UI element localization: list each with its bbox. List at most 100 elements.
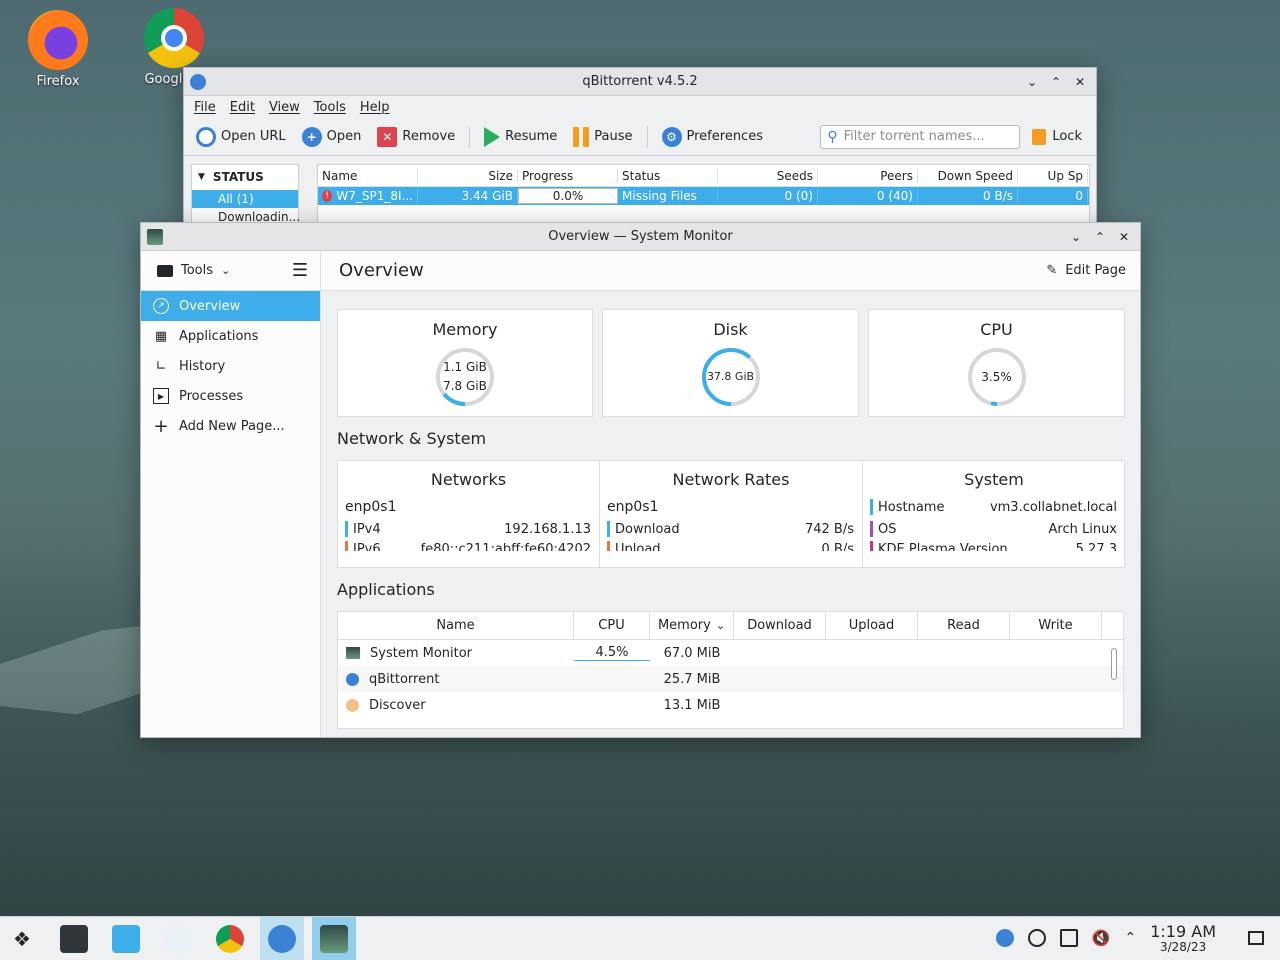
cpu-card: CPU 3.5% xyxy=(868,309,1125,417)
pause-button[interactable]: Pause xyxy=(567,123,638,151)
menu-view[interactable]: View xyxy=(269,100,300,115)
applications-table: Name CPU Memory ⌄ Download Upload Read W… xyxy=(337,611,1124,729)
toolbar-separator xyxy=(469,125,471,148)
desktop-icon-firefox[interactable]: Firefox xyxy=(10,10,106,89)
app-memory: 67.0 MiB xyxy=(663,645,721,661)
col-name[interactable]: Name xyxy=(338,612,574,639)
taskbar-qbittorrent[interactable] xyxy=(260,916,304,960)
hamburger-menu-icon[interactable]: ☰ xyxy=(292,260,308,281)
pause-label: Pause xyxy=(594,129,633,144)
qbittorrent-window[interactable]: qBittorrent v4.5.2 ⌄ ⌃ ✕ File Edit View … xyxy=(183,67,1097,227)
remove-button[interactable]: ✕ Remove xyxy=(371,123,461,151)
download-rate-row: Download 742 B/s xyxy=(607,521,854,537)
menu-help[interactable]: Help xyxy=(360,100,390,115)
chevron-up-icon[interactable]: ⌃ xyxy=(1125,930,1137,946)
network-rates-iface: enp0s1 xyxy=(607,499,659,515)
menu-file[interactable]: File xyxy=(194,100,216,115)
col-size[interactable]: Size xyxy=(418,168,518,183)
col-memory[interactable]: Memory ⌄ xyxy=(650,612,734,639)
torrent-progress: 0.0% xyxy=(518,188,618,204)
open-url-button[interactable]: Open URL xyxy=(190,123,292,151)
table-scrollbar[interactable] xyxy=(1111,648,1117,680)
cpu-ring: 3.5% xyxy=(967,347,1027,407)
app-name-cell: Discover xyxy=(338,698,574,713)
clipboard-icon[interactable] xyxy=(1059,929,1078,948)
col-name[interactable]: Name xyxy=(318,168,418,183)
menu-edit[interactable]: Edit xyxy=(230,100,255,115)
ipv6-row: IPv6 fe80::c211:abff:fe60:4202 xyxy=(345,541,591,551)
taskbar-files[interactable] xyxy=(104,917,148,960)
system-monitor-window[interactable]: Overview — System Monitor ⌄ ⌃ ✕ Tools ⌄ … xyxy=(140,222,1141,738)
open-button[interactable]: + Open xyxy=(296,123,368,151)
col-progress[interactable]: Progress xyxy=(518,168,618,183)
system-monitor-app-icon xyxy=(147,228,163,245)
open-url-label: Open URL xyxy=(221,129,286,144)
sidebar-item-label: Add New Page... xyxy=(179,418,285,434)
hostname-value: vm3.collabnet.local xyxy=(989,499,1117,515)
table-row[interactable]: System Monitor 4.5% 67.0 MiB xyxy=(338,640,1123,666)
close-icon[interactable]: ✕ xyxy=(1072,74,1088,90)
show-desktop-icon[interactable] xyxy=(1248,931,1264,946)
hostname-row: Hostname vm3.collabnet.local xyxy=(870,499,1117,515)
hostname-label: Hostname xyxy=(878,499,945,515)
torrent-status: Missing Files xyxy=(618,189,718,203)
sidebar-item-history[interactable]: ∟ History xyxy=(141,351,320,381)
volume-muted-icon[interactable]: 🔇 xyxy=(1092,929,1111,947)
col-write[interactable]: Write xyxy=(1010,612,1102,639)
main-content: Overview ✎ Edit Page Memory 1.1 GiB 7.8 xyxy=(321,251,1140,737)
table-row[interactable]: qBittorrent 25.7 MiB xyxy=(338,666,1123,692)
col-upload[interactable]: Upload xyxy=(826,612,918,639)
digital-clock[interactable]: 1:19 AM 3/28/23 xyxy=(1150,923,1216,953)
os-value: Arch Linux xyxy=(1048,521,1118,537)
col-seeds[interactable]: Seeds xyxy=(718,168,818,183)
application-launcher-button[interactable]: ❖ xyxy=(0,917,44,960)
col-status[interactable]: Status xyxy=(618,168,718,183)
disk-title: Disk xyxy=(713,320,748,339)
col-cpu[interactable]: CPU xyxy=(574,612,650,639)
ipv6-value: fe80::c211:abff:fe60:4202 xyxy=(420,541,591,552)
filter-input[interactable]: ⚲ Filter torrent names... xyxy=(820,124,1021,149)
sidebar-item-add-page[interactable]: + Add New Page... xyxy=(141,411,320,441)
filter-item-all[interactable]: All (1) xyxy=(192,190,298,208)
sidebar-item-processes[interactable]: ▶ Processes xyxy=(141,381,320,411)
tools-menu-button[interactable]: Tools ⌄ xyxy=(157,263,230,278)
taskbar-chrome[interactable] xyxy=(208,917,252,960)
minimize-icon[interactable]: ⌄ xyxy=(1068,229,1084,245)
col-download[interactable]: Download xyxy=(734,612,826,639)
plus-icon: + xyxy=(301,126,322,147)
status-header[interactable]: ▼ STATUS xyxy=(192,165,298,184)
torrent-down-speed: 0 B/s xyxy=(918,189,1018,203)
update-icon[interactable] xyxy=(1027,929,1046,948)
status-header-label: STATUS xyxy=(212,170,264,184)
system-monitor-titlebar[interactable]: Overview — System Monitor ⌄ ⌃ ✕ xyxy=(141,223,1140,251)
col-peers[interactable]: Peers xyxy=(818,168,918,183)
edit-page-button[interactable]: ✎ Edit Page xyxy=(1046,263,1126,278)
table-row[interactable]: Discover 13.1 MiB xyxy=(338,692,1123,718)
qbittorrent-tray-icon[interactable] xyxy=(995,929,1014,948)
preferences-button[interactable]: ⚙ Preferences xyxy=(656,123,769,151)
lock-button[interactable]: Lock xyxy=(1024,128,1096,145)
taskbar-discover[interactable] xyxy=(156,917,200,960)
taskbar-system-monitor[interactable] xyxy=(312,916,356,960)
col-down-speed[interactable]: Down Speed xyxy=(918,168,1018,183)
close-icon[interactable]: ✕ xyxy=(1116,229,1132,245)
col-read[interactable]: Read xyxy=(918,612,1010,639)
torrent-row[interactable]: ! W7_SP1_8I... 3.44 GiB 0.0% Missing Fil… xyxy=(318,187,1089,205)
remove-label: Remove xyxy=(402,129,456,144)
taskbar-settings[interactable] xyxy=(52,917,96,960)
os-row: OS Arch Linux xyxy=(870,521,1117,537)
col-up-speed[interactable]: Up Sp xyxy=(1018,168,1088,183)
menu-tools[interactable]: Tools xyxy=(314,100,346,115)
resume-button[interactable]: Resume xyxy=(478,123,563,151)
qbittorrent-titlebar[interactable]: qBittorrent v4.5.2 ⌄ ⌃ ✕ xyxy=(184,68,1096,96)
page-title: Overview xyxy=(339,260,424,281)
maximize-icon[interactable]: ⌃ xyxy=(1092,229,1108,245)
os-label: OS xyxy=(878,521,897,537)
sidebar-item-applications[interactable]: ▦ Applications xyxy=(141,321,320,351)
minimize-icon[interactable]: ⌄ xyxy=(1024,74,1040,90)
folder-icon xyxy=(112,924,140,953)
play-icon xyxy=(484,126,501,147)
sidebar-item-overview[interactable]: ↗ Overview xyxy=(141,291,320,321)
applications-table-header: Name CPU Memory ⌄ Download Upload Read W… xyxy=(338,612,1123,640)
maximize-icon[interactable]: ⌃ xyxy=(1048,74,1064,90)
